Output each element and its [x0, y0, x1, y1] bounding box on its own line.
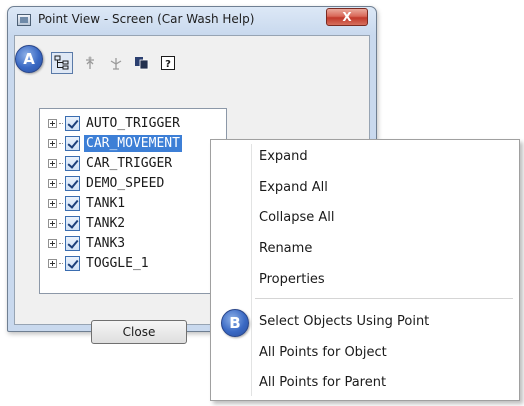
bookmark-point-icon	[86, 56, 94, 69]
window-close-button[interactable]: X	[326, 8, 368, 26]
tree-item[interactable]: DEMO_SPEED	[48, 173, 166, 193]
expand-plus-icon[interactable]	[48, 158, 57, 168]
expand-plus-icon[interactable]	[48, 198, 57, 208]
tree-item[interactable]: TANK1	[48, 193, 127, 213]
menu-item-expand[interactable]: Expand	[259, 146, 308, 168]
tree-item-label-selected: CAR_MOVEMENT	[84, 134, 182, 152]
context-menu: Expand Expand All Collapse All Rename Pr…	[210, 139, 520, 401]
expand-plus-icon[interactable]	[48, 138, 57, 148]
tree-view-icon	[54, 55, 69, 70]
menu-item-properties[interactable]: Properties	[259, 269, 325, 291]
menu-separator	[255, 298, 513, 299]
tree-item-label: TANK2	[86, 215, 126, 231]
tree-item-label: CAR_TRIGGER	[86, 155, 173, 171]
expand-plus-icon[interactable]	[48, 178, 57, 188]
tree-item[interactable]: CAR_MOVEMENT	[48, 133, 182, 153]
point-tree[interactable]: AUTO_TRIGGER CAR_MOVEMENT CAR_TRIGGER DE…	[39, 108, 227, 294]
tree-item-checkbox[interactable]	[65, 235, 80, 251]
point-bookmark-alt-button[interactable]	[105, 52, 127, 74]
tree-view-button[interactable]	[51, 52, 73, 74]
callout-b-badge: B	[221, 309, 249, 337]
tree-item[interactable]: TOGGLE_1	[48, 253, 151, 273]
tree-item-checkbox[interactable]	[65, 195, 80, 211]
menu-item-expand-all[interactable]: Expand All	[259, 177, 328, 199]
tree-item-checkbox[interactable]	[65, 175, 80, 191]
tree-item-label: AUTO_TRIGGER	[86, 115, 180, 131]
tree-item-checkbox[interactable]	[65, 135, 80, 151]
tree-item[interactable]: TANK3	[48, 233, 127, 253]
tree-item-label: TANK3	[86, 235, 126, 251]
tree-item-checkbox[interactable]	[65, 115, 80, 131]
bookmark-point-alt-icon	[110, 58, 122, 70]
tree-item-label: TANK1	[86, 195, 126, 211]
tree-item[interactable]: CAR_TRIGGER	[48, 153, 174, 173]
callout-a-badge: A	[15, 45, 43, 73]
expand-plus-icon[interactable]	[48, 218, 57, 228]
window-title: Point View - Screen (Car Wash Help)	[38, 12, 255, 26]
close-button[interactable]: Close	[91, 320, 187, 344]
menu-item-all-points-for-object[interactable]: All Points for Object	[259, 342, 387, 364]
menu-item-rename[interactable]: Rename	[259, 238, 312, 260]
tree-item-label: TOGGLE_1	[86, 255, 149, 271]
copy-button[interactable]	[131, 52, 153, 74]
tree-item-label: DEMO_SPEED	[86, 175, 165, 191]
expand-plus-icon[interactable]	[48, 238, 57, 248]
title-bar[interactable]: Point View - Screen (Car Wash Help) X	[8, 7, 376, 33]
copy-icon	[135, 57, 149, 70]
menu-item-select-objects-using-point[interactable]: Select Objects Using Point	[259, 311, 429, 333]
tree-item-checkbox[interactable]	[65, 255, 80, 271]
tree-item[interactable]: TANK2	[48, 213, 127, 233]
tree-item[interactable]: AUTO_TRIGGER	[48, 113, 182, 133]
menu-item-all-points-for-parent[interactable]: All Points for Parent	[259, 372, 386, 394]
help-glyph: ?	[165, 59, 171, 70]
help-icon: ?	[161, 56, 175, 70]
expand-plus-icon[interactable]	[48, 258, 57, 268]
help-button[interactable]: ?	[157, 52, 179, 74]
point-bookmark-button[interactable]	[79, 52, 101, 74]
expand-plus-icon[interactable]	[48, 118, 57, 128]
app-icon	[17, 14, 31, 26]
tree-item-checkbox[interactable]	[65, 155, 80, 171]
menu-item-collapse-all[interactable]: Collapse All	[259, 207, 335, 229]
tree-item-checkbox[interactable]	[65, 215, 80, 231]
